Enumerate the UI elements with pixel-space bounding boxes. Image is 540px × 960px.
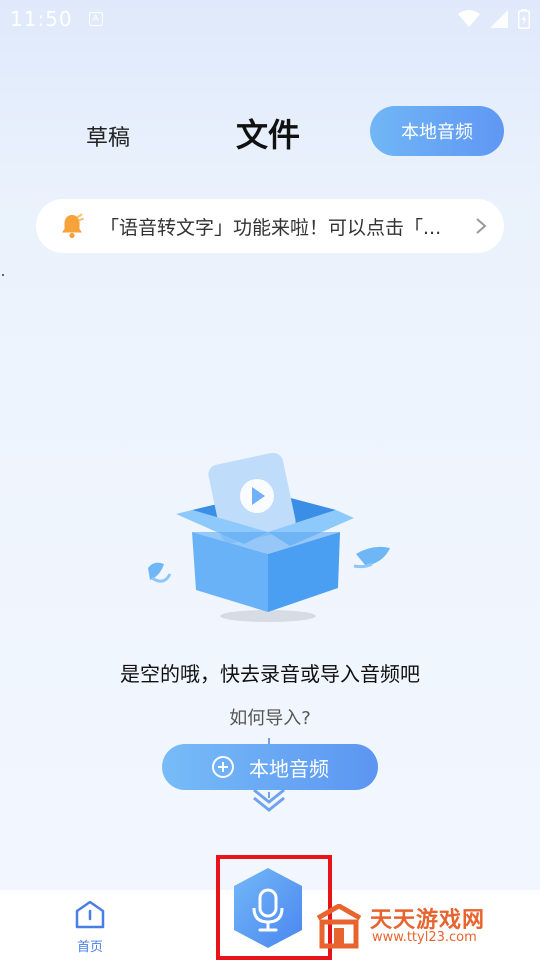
empty-message: 是空的哦，快去录音或导入音频吧 — [120, 662, 420, 686]
local-audio-import-button[interactable]: 本地音频 — [162, 744, 378, 790]
how-to-import-link[interactable]: 如何导入? — [0, 704, 540, 730]
signal-icon — [490, 10, 508, 28]
tab-draft[interactable]: 草稿 — [86, 120, 130, 152]
open-box-illustration — [148, 452, 390, 622]
battery-icon — [518, 9, 530, 29]
wifi-icon — [458, 10, 480, 27]
tab-files[interactable]: 文件 — [236, 110, 300, 156]
watermark: 天天游戏网 www.ttyl23.com — [314, 900, 510, 952]
tab-home[interactable]: 首页 — [60, 900, 120, 956]
chevron-right-icon — [476, 218, 487, 234]
status-bar: 11:50 A — [0, 0, 540, 38]
local-audio-import-label: 本地音频 — [249, 756, 329, 781]
watermark-url: www.ttyl23.com — [372, 930, 477, 945]
notification-icon: A — [88, 12, 103, 26]
home-icon — [75, 900, 105, 929]
plus-circle-icon — [212, 756, 234, 778]
stray-dot — [2, 274, 4, 276]
bell-icon — [62, 213, 84, 239]
notice-text: 「语音转文字」功能来啦！可以点击「... — [100, 216, 442, 239]
arrow-down-icon — [253, 788, 285, 812]
record-button[interactable] — [232, 866, 304, 950]
notice-banner[interactable]: 「语音转文字」功能来啦！可以点击「... — [36, 199, 504, 253]
local-audio-top-button[interactable]: 本地音频 — [370, 106, 504, 156]
status-time: 11:50 — [10, 7, 73, 31]
top-nav: 草稿 文件 本地音频 — [0, 104, 540, 160]
home-label: 首页 — [76, 940, 103, 955]
watermark-logo — [316, 904, 362, 949]
